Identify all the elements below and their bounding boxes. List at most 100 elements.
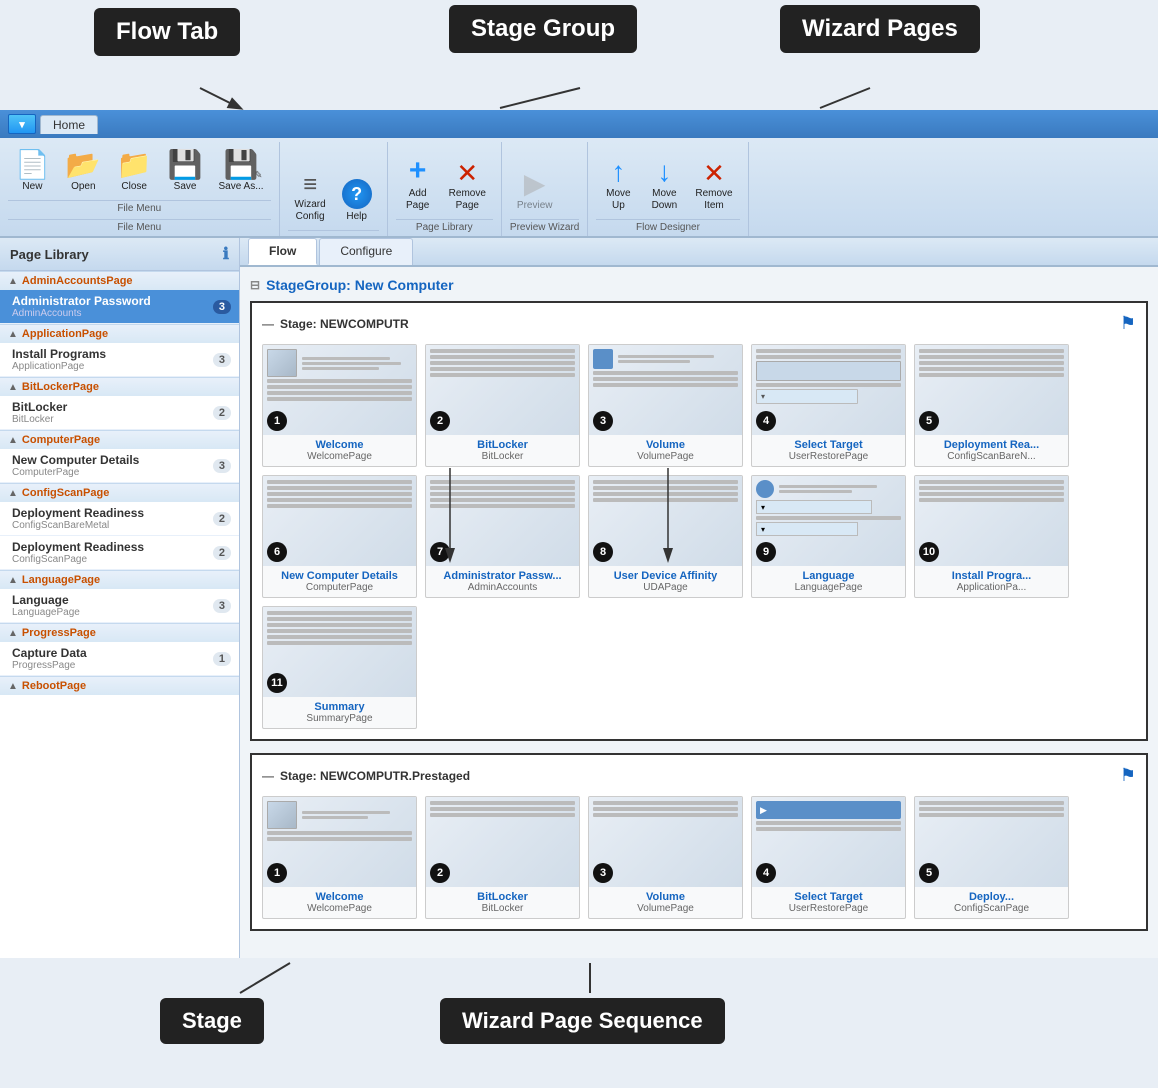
page-badge-p1: 1 bbox=[267, 863, 287, 883]
wizard-page-3[interactable]: 3 Volume VolumePage bbox=[588, 344, 743, 467]
preview-wizard-label: Preview Wizard bbox=[510, 219, 579, 236]
wizard-page-5[interactable]: 5 Deployment Rea... ConfigScanBareN... bbox=[914, 344, 1069, 467]
wizard-page-name-p1: Welcome bbox=[269, 891, 410, 903]
page-badge-4: 4 bbox=[756, 411, 776, 431]
lib-item-deploy-readiness-2[interactable]: Deployment Readiness ConfigScanPage 2 bbox=[0, 536, 239, 570]
wizard-page-thumb-1: 1 bbox=[263, 345, 416, 435]
lib-section-label-reboot: RebootPage bbox=[22, 680, 86, 692]
wizard-page-thumb-10: 10 bbox=[915, 476, 1068, 566]
wizard-page-2[interactable]: 2 BitLocker BitLocker bbox=[425, 344, 580, 467]
wizard-page-type-p5: ConfigScanPage bbox=[921, 903, 1062, 914]
lib-item-install-programs[interactable]: Install Programs ApplicationPage 3 bbox=[0, 343, 239, 377]
ribbon-body: 📄 New 📂 Open 📁 Close 💾 Save 💾✎ Sa bbox=[0, 138, 1158, 236]
lib-item-count-install: 3 bbox=[213, 353, 231, 367]
lib-item-sub-capture: ProgressPage bbox=[12, 660, 87, 671]
ribbon-group-flow-designer: ↑ MoveUp ↓ MoveDown ✕ RemoveItem Flow De… bbox=[588, 142, 748, 236]
collapse-icon-config: ▲ bbox=[8, 488, 18, 499]
stage-annotation-label: Stage bbox=[160, 998, 264, 1044]
wizard-page-9[interactable]: ▾ ▾ 9 Language LanguagePage bbox=[751, 475, 906, 598]
lib-item-deploy-readiness-1[interactable]: Deployment Readiness ConfigScanBareMetal… bbox=[0, 502, 239, 536]
wizard-page-type-2: BitLocker bbox=[432, 451, 573, 462]
office-button[interactable]: ▾ bbox=[8, 114, 36, 134]
add-page-button[interactable]: + AddPage bbox=[396, 151, 440, 217]
lib-item-new-computer[interactable]: New Computer Details ComputerPage 3 bbox=[0, 449, 239, 483]
lib-section-ApplicationPage[interactable]: ▲ ApplicationPage bbox=[0, 324, 239, 343]
ribbon-group-items-wizard: ≡ WizardConfig ? Help bbox=[288, 146, 379, 228]
remove-item-icon: ✕ bbox=[703, 160, 725, 186]
lib-item-title-capture: Capture Data bbox=[12, 646, 87, 660]
lib-section-RebootPage[interactable]: ▲ RebootPage bbox=[0, 676, 239, 695]
wizard-page-p4[interactable]: ▶ 4 Select Target UserRestorePage bbox=[751, 796, 906, 919]
wizard-page-type-10: ApplicationPa... bbox=[921, 582, 1062, 593]
help-button[interactable]: ? Help bbox=[335, 174, 379, 228]
wizard-page-p1[interactable]: 1 Welcome WelcomePage bbox=[262, 796, 417, 919]
lib-item-title-computer: New Computer Details bbox=[12, 453, 139, 467]
wizard-page-p3[interactable]: 3 Volume VolumePage bbox=[588, 796, 743, 919]
collapse-icon-admin: ▲ bbox=[8, 276, 18, 287]
wizard-config-button[interactable]: ≡ WizardConfig bbox=[288, 168, 333, 228]
lib-section-label-progress: ProgressPage bbox=[22, 627, 96, 639]
wizard-page-type-7: AdminAccounts bbox=[432, 582, 573, 593]
wizard-page-p5[interactable]: 5 Deploy... ConfigScanPage bbox=[914, 796, 1069, 919]
wizard-page-type-8: UDAPage bbox=[595, 582, 736, 593]
wizard-page-info-3: Volume VolumePage bbox=[589, 435, 742, 466]
wizard-page-type-p3: VolumePage bbox=[595, 903, 736, 914]
lib-item-sub-admin: AdminAccounts bbox=[12, 308, 151, 319]
stage-flag-prestaged: ⚑ bbox=[1120, 765, 1136, 786]
lib-item-title-language: Language bbox=[12, 593, 80, 607]
lib-section-label-admin: AdminAccountsPage bbox=[22, 275, 133, 287]
wizard-page-info-6: New Computer Details ComputerPage bbox=[263, 566, 416, 597]
flow-area: Flow Configure ⊟ StageGroup: New Compute… bbox=[240, 238, 1158, 958]
lib-item-sub-language: LanguagePage bbox=[12, 607, 80, 618]
open-button[interactable]: 📂 Open bbox=[59, 146, 108, 198]
wizard-page-11[interactable]: 11 Summary SummaryPage bbox=[262, 606, 417, 729]
lib-item-language[interactable]: Language LanguagePage 3 bbox=[0, 589, 239, 623]
close-button[interactable]: 📁 Close bbox=[110, 146, 159, 198]
preview-button[interactable]: ▶ Preview bbox=[510, 165, 560, 217]
wizard-page-info-p2: BitLocker BitLocker bbox=[426, 887, 579, 918]
new-button[interactable]: 📄 New bbox=[8, 146, 57, 198]
lib-section-ConfigScanPage[interactable]: ▲ ConfigScanPage bbox=[0, 483, 239, 502]
wizard-page-10[interactable]: 10 Install Progra... ApplicationPa... bbox=[914, 475, 1069, 598]
tab-configure[interactable]: Configure bbox=[319, 238, 413, 265]
lib-item-admin-password[interactable]: Administrator Password AdminAccounts 3 bbox=[0, 290, 239, 324]
lib-section-ComputerPage[interactable]: ▲ ComputerPage bbox=[0, 430, 239, 449]
flow-designer-label: Flow Designer bbox=[596, 219, 739, 236]
wizard-page-4[interactable]: ▾ 4 Select Target UserRestorePage bbox=[751, 344, 906, 467]
move-up-button[interactable]: ↑ MoveUp bbox=[596, 153, 640, 217]
move-down-button[interactable]: ↓ MoveDown bbox=[642, 153, 686, 217]
lib-section-BitLockerPage[interactable]: ▲ BitLockerPage bbox=[0, 377, 239, 396]
wizard-page-1[interactable]: 1 Welcome WelcomePage bbox=[262, 344, 417, 467]
wizard-page-p2[interactable]: 2 BitLocker BitLocker bbox=[425, 796, 580, 919]
move-down-label: MoveDown bbox=[652, 188, 678, 212]
wizard-page-6[interactable]: 6 New Computer Details ComputerPage bbox=[262, 475, 417, 598]
stage-group-collapse[interactable]: ⊟ bbox=[250, 278, 260, 292]
lib-item-capture-data[interactable]: Capture Data ProgressPage 1 bbox=[0, 642, 239, 676]
remove-item-button[interactable]: ✕ RemoveItem bbox=[688, 155, 739, 217]
lib-section-ProgressPage[interactable]: ▲ ProgressPage bbox=[0, 623, 239, 642]
wizard-page-info-p4: Select Target UserRestorePage bbox=[752, 887, 905, 918]
wizard-page-name-6: New Computer Details bbox=[269, 570, 410, 582]
page-library-group-label: Page Library bbox=[396, 219, 493, 236]
collapse-icon-language: ▲ bbox=[8, 575, 18, 586]
lib-item-count-deploy2: 2 bbox=[213, 546, 231, 560]
lib-item-sub-computer: ComputerPage bbox=[12, 467, 139, 478]
remove-page-button[interactable]: ✕ RemovePage bbox=[442, 155, 493, 217]
tab-flow[interactable]: Flow bbox=[248, 238, 317, 265]
save-as-button[interactable]: 💾✎ Save As... bbox=[212, 146, 271, 198]
lib-section-LanguagePage[interactable]: ▲ LanguagePage bbox=[0, 570, 239, 589]
collapse-icon-reboot: ▲ bbox=[8, 681, 18, 692]
info-icon[interactable]: ℹ bbox=[223, 244, 229, 264]
ribbon-group-items-preview: ▶ Preview bbox=[510, 146, 579, 217]
page-library-header: Page Library ℹ bbox=[0, 238, 239, 271]
lib-item-bitlocker[interactable]: BitLocker BitLocker 2 bbox=[0, 396, 239, 430]
page-badge-11: 11 bbox=[267, 673, 287, 693]
new-icon: 📄 bbox=[15, 151, 50, 179]
page-badge-1: 1 bbox=[267, 411, 287, 431]
add-page-icon: + bbox=[409, 156, 427, 186]
home-tab[interactable]: Home bbox=[40, 115, 98, 134]
save-button[interactable]: 💾 Save bbox=[161, 146, 210, 198]
lib-section-AdminAccountsPage[interactable]: ▲ AdminAccountsPage bbox=[0, 271, 239, 290]
wizard-page-name-5: Deployment Rea... bbox=[921, 439, 1062, 451]
lib-item-count-language: 3 bbox=[213, 599, 231, 613]
